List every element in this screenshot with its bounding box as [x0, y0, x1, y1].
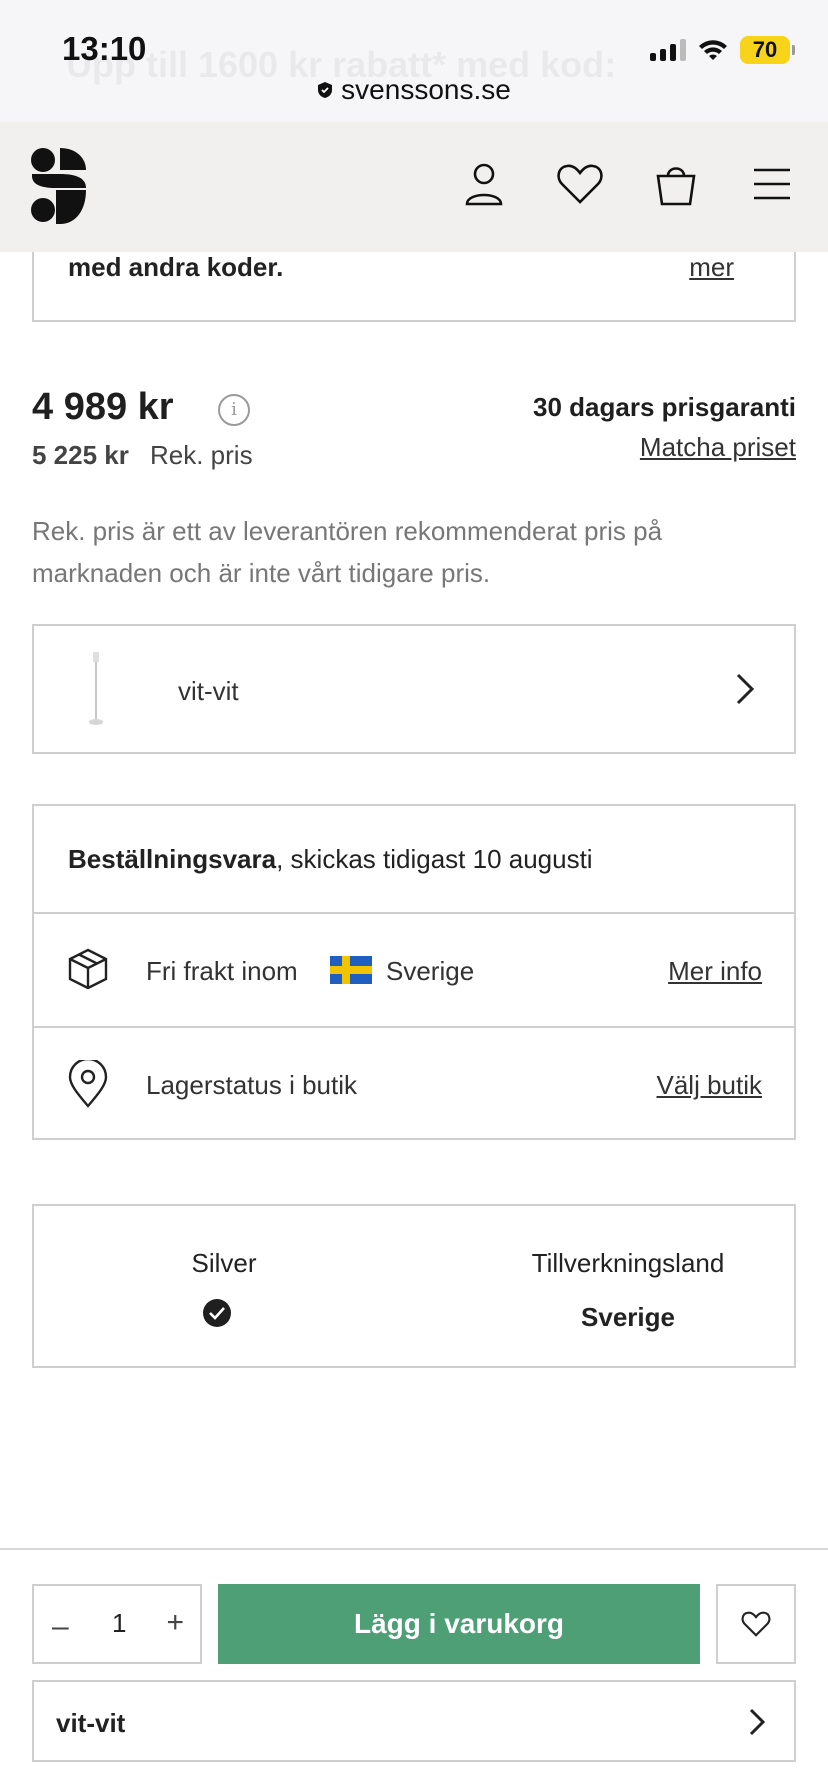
variant-label: vit-vit: [178, 676, 239, 706]
shipping-country: Sverige: [386, 956, 475, 986]
heart-icon: [741, 1611, 771, 1637]
promo-more-link[interactable]: mer: [689, 252, 734, 283]
product-attributes: Silver Tillverkningsland Sverige: [32, 1204, 796, 1368]
favorite-button[interactable]: [716, 1584, 796, 1664]
info-icon[interactable]: i: [218, 394, 250, 426]
attribute-country-title: Tillverkningsland: [531, 1248, 725, 1278]
recommended-price-label: Rek. pris: [150, 440, 253, 470]
shipping-more-info-link[interactable]: Mer info: [668, 956, 762, 987]
add-to-cart-button[interactable]: Lägg i varukorg: [218, 1584, 700, 1664]
quantity-value[interactable]: 1: [112, 1608, 126, 1639]
attribute-color-title: Silver: [191, 1248, 257, 1278]
status-time: 13:10: [62, 30, 147, 67]
menu-icon[interactable]: [752, 162, 792, 206]
check-circle-icon: [203, 1299, 231, 1327]
product-thumbnail: [89, 652, 103, 725]
promo-text: med andra koder.: [68, 252, 284, 282]
logo-icon[interactable]: [30, 146, 88, 226]
status-bar: Upp till 1600 kr rabatt* med kod: 13:10 …: [0, 0, 828, 122]
choose-store-link[interactable]: Välj butik: [657, 1070, 763, 1101]
recommended-price: 5 225 kr: [32, 440, 129, 470]
shield-icon: [318, 82, 333, 98]
match-price-link[interactable]: Matcha priset: [640, 432, 796, 463]
address-bar[interactable]: svenssons.se: [0, 74, 828, 106]
signal-icon: [650, 39, 686, 61]
bottom-action-bar: – 1 + Lägg i varukorg vit-vit: [0, 1548, 828, 1792]
variant-bar[interactable]: vit-vit: [32, 1680, 796, 1762]
order-item-row: Beställningsvara, skickas tidigast 10 au…: [34, 806, 794, 914]
sweden-flag-icon: [330, 956, 372, 984]
stock-label: Lagerstatus i butik: [146, 1070, 358, 1100]
url-text: svenssons.se: [341, 74, 511, 105]
site-header: [0, 122, 828, 252]
quantity-increase-button[interactable]: +: [166, 1606, 184, 1640]
location-pin-icon: [68, 1060, 108, 1108]
variant-bar-label: vit-vit: [56, 1708, 126, 1738]
price-guarantee: 30 dagars prisgaranti: [533, 392, 796, 422]
battery-indicator: 70: [740, 36, 795, 64]
variant-selector[interactable]: vit-vit: [32, 624, 796, 754]
package-icon: [68, 948, 108, 990]
price-disclaimer: Rek. pris är ett av leverantören rekomme…: [32, 516, 663, 588]
chevron-right-icon: [749, 1708, 766, 1736]
quantity-stepper: – 1 +: [32, 1584, 202, 1664]
account-icon[interactable]: [464, 162, 504, 206]
shipping-label: Fri frakt inom: [146, 956, 298, 986]
delivery-info: Beställningsvara, skickas tidigast 10 au…: [32, 804, 796, 1140]
attribute-country-value: Sverige: [581, 1302, 675, 1332]
status-icons: 70: [650, 36, 795, 64]
chevron-right-icon: [736, 673, 755, 705]
bag-icon[interactable]: [654, 162, 698, 206]
current-price: 4 989 kr: [32, 386, 174, 428]
heart-icon[interactable]: [556, 162, 604, 206]
wifi-icon: [699, 40, 727, 60]
stock-row: Lagerstatus i butik Välj butik: [34, 1028, 794, 1140]
order-status-text: Beställningsvara, skickas tidigast 10 au…: [68, 844, 593, 874]
shipping-row: Fri frakt inom Sverige Mer info: [34, 914, 794, 1028]
quantity-decrease-button[interactable]: –: [52, 1610, 69, 1644]
